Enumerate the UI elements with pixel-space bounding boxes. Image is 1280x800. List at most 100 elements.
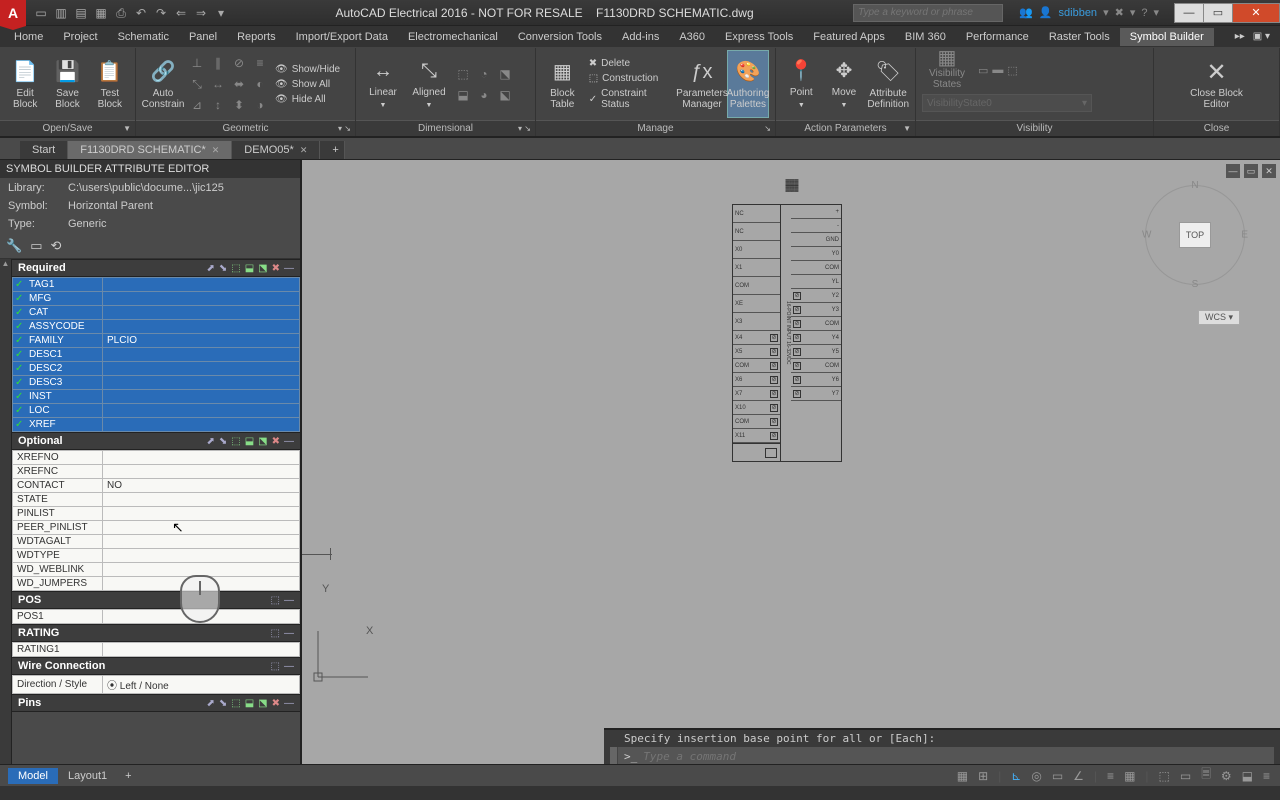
attr-row[interactable]: Direction / Style⦿ Left / None xyxy=(13,676,300,694)
ribbon-expand-icon[interactable]: ▸▸ xyxy=(1233,29,1247,44)
qat-next-icon[interactable]: ⇒ xyxy=(194,6,208,20)
qat-open-icon[interactable]: ▥ xyxy=(54,6,68,20)
status-otrack-icon[interactable]: ∠ xyxy=(1071,769,1086,783)
status-snap-icon[interactable]: ⊞ xyxy=(976,769,990,783)
attr-row[interactable]: TAG1 xyxy=(13,278,300,292)
linear-button[interactable]: ↔Linear▼ xyxy=(362,50,404,118)
close-button[interactable]: ✕ xyxy=(1232,3,1280,23)
close-block-editor-button[interactable]: ✕Close Block Editor xyxy=(1187,50,1247,118)
user-area[interactable]: 👥 👤 sdibben ▾ ✖ ▾ ? ▾ xyxy=(1011,6,1167,19)
model-tab[interactable]: Model xyxy=(8,768,58,784)
attr-row[interactable]: WD_WEBLINK xyxy=(13,563,300,577)
doc-tab[interactable]: Start xyxy=(20,141,68,159)
command-input[interactable] xyxy=(643,750,1274,763)
dim-icons[interactable]: ⬚◔⬔ ⬓◕⬕ xyxy=(454,65,514,104)
search-input[interactable] xyxy=(853,4,1003,22)
menu-reports[interactable]: Reports xyxy=(227,28,286,46)
menu-performance[interactable]: Performance xyxy=(956,28,1039,46)
edit-block-button[interactable]: 📄Edit Block xyxy=(6,50,44,118)
maximize-button[interactable]: ▭ xyxy=(1203,3,1233,23)
attribute-definition-button[interactable]: 🏷Attribute Definition xyxy=(867,50,909,118)
attr-row[interactable]: PEER_PINLIST xyxy=(13,521,300,535)
qat-save-icon[interactable]: ▤ xyxy=(74,6,88,20)
status-ann-icon[interactable]: 🗏 xyxy=(1199,765,1213,786)
add-layout-button[interactable]: + xyxy=(117,768,139,784)
layout1-tab[interactable]: Layout1 xyxy=(58,768,117,784)
constraint-icons[interactable]: ⊥∥⊘≡ ⤡↔⬌◐ ⊿↕⬍◑ xyxy=(188,54,269,114)
menu-addins[interactable]: Add-ins xyxy=(612,28,669,46)
ribbon-min-icon[interactable]: ▣ ▾ xyxy=(1251,29,1272,44)
attr-row[interactable]: PINLIST xyxy=(13,507,300,521)
minimize-button[interactable]: — xyxy=(1174,3,1204,23)
qat-undo-icon[interactable]: ↶ xyxy=(134,6,148,20)
close-icon[interactable]: ✕ xyxy=(300,145,308,156)
constraint-status-button[interactable]: ✓ Constraint Status xyxy=(587,87,677,111)
qat-saveas-icon[interactable]: ▦ xyxy=(94,6,108,20)
canvas-minimize-icon[interactable]: — xyxy=(1226,164,1240,178)
attr-row[interactable]: FAMILYPLCIO xyxy=(13,334,300,348)
attr-row[interactable]: RATING1 xyxy=(13,643,300,657)
menu-project[interactable]: Project xyxy=(53,28,107,46)
status-ortho-icon[interactable]: ⊾ xyxy=(1009,769,1023,783)
status-grid-icon[interactable]: ▦ xyxy=(955,769,970,783)
qat-prev-icon[interactable]: ⇐ xyxy=(174,6,188,20)
menu-electromechanical[interactable]: Electromechanical xyxy=(398,28,508,46)
parameters-manager-button[interactable]: ƒxParameters Manager xyxy=(681,50,723,118)
wcs-badge[interactable]: WCS ▾ xyxy=(1198,310,1240,325)
status-sc-icon[interactable]: ▭ xyxy=(1178,769,1193,783)
group-header[interactable]: POS⬚— xyxy=(12,591,300,609)
point-button[interactable]: 📍Point▼ xyxy=(782,50,821,118)
attr-row[interactable]: XREF xyxy=(13,418,300,432)
hide-all-button[interactable]: 👁 Hide All xyxy=(273,93,342,106)
tool-icon[interactable]: ▭ xyxy=(30,238,42,254)
menu-symbolbuilder[interactable]: Symbol Builder xyxy=(1120,28,1214,46)
attr-row[interactable]: INST xyxy=(13,390,300,404)
doc-tab[interactable]: F1130DRD SCHEMATIC*✕ xyxy=(68,141,232,159)
status-menu-icon[interactable]: ≡ xyxy=(1261,769,1272,783)
construction-button[interactable]: ⬚ Construction xyxy=(587,72,677,85)
save-block-button[interactable]: 💾Save Block xyxy=(48,50,86,118)
group-header[interactable]: Wire Connection⬚— xyxy=(12,657,300,675)
group-header[interactable]: RATING⬚— xyxy=(12,624,300,642)
status-qp-icon[interactable]: ⬚ xyxy=(1157,769,1172,783)
attr-row[interactable]: XREFNO xyxy=(13,451,300,465)
attr-row[interactable]: ASSYCODE xyxy=(13,320,300,334)
menu-home[interactable]: Home xyxy=(4,28,53,46)
attr-row[interactable]: CONTACTNO xyxy=(13,479,300,493)
status-trans-icon[interactable]: ▦ xyxy=(1122,769,1137,783)
attr-row[interactable]: DESC3 xyxy=(13,376,300,390)
menu-featuredapps[interactable]: Featured Apps xyxy=(803,28,895,46)
canvas-restore-icon[interactable]: ▭ xyxy=(1244,164,1258,178)
menu-panel[interactable]: Panel xyxy=(179,28,227,46)
qat-plot-icon[interactable]: ⎙ xyxy=(114,6,128,20)
menu-expresstools[interactable]: Express Tools xyxy=(715,28,803,46)
aligned-button[interactable]: ⤡Aligned▼ xyxy=(408,50,450,118)
authoring-palettes-button[interactable]: 🎨Authoring Palettes xyxy=(727,50,769,118)
delete-button[interactable]: ✖ Delete xyxy=(587,57,677,70)
exchange-icon[interactable]: ✖ xyxy=(1115,6,1124,19)
attr-row[interactable]: WDTYPE xyxy=(13,549,300,563)
menu-importexportdata[interactable]: Import/Export Data xyxy=(286,28,398,46)
qat-more-icon[interactable]: ▾ xyxy=(214,6,228,20)
new-tab-button[interactable]: + xyxy=(320,141,345,159)
move-button[interactable]: ✥Move▼ xyxy=(825,50,864,118)
canvas-close-icon[interactable]: ✕ xyxy=(1262,164,1276,178)
app-icon[interactable]: A xyxy=(0,0,26,26)
show-all-button[interactable]: 👁 Show All xyxy=(273,78,342,91)
drawing-canvas[interactable]: — ▭ ✕ TOP N S E W WCS ▾ ▓▓▓▓▓▓ NCNCX0X1C… xyxy=(302,160,1280,764)
status-polar-icon[interactable]: ◎ xyxy=(1029,769,1043,783)
menu-schematic[interactable]: Schematic xyxy=(108,28,179,46)
qat-redo-icon[interactable]: ↷ xyxy=(154,6,168,20)
qat-new-icon[interactable]: ▭ xyxy=(34,6,48,20)
attr-row[interactable]: WDTAGALT xyxy=(13,535,300,549)
status-osnap-icon[interactable]: ▭ xyxy=(1050,769,1065,783)
show-hide-button[interactable]: 👁 Show/Hide xyxy=(273,63,342,76)
tool-icon[interactable]: ⟲ xyxy=(50,238,61,254)
viewcube[interactable]: TOP N S E W xyxy=(1140,180,1250,290)
attr-row[interactable]: STATE xyxy=(13,493,300,507)
status-lwt-icon[interactable]: ≡ xyxy=(1105,769,1116,783)
attr-row[interactable]: MFG xyxy=(13,292,300,306)
group-header[interactable]: Required⬈⬊⬚⬓⬔✖— xyxy=(12,259,300,277)
menu-rastertools[interactable]: Raster Tools xyxy=(1039,28,1120,46)
group-header[interactable]: Pins⬈⬊⬚⬓⬔✖— xyxy=(12,694,300,712)
